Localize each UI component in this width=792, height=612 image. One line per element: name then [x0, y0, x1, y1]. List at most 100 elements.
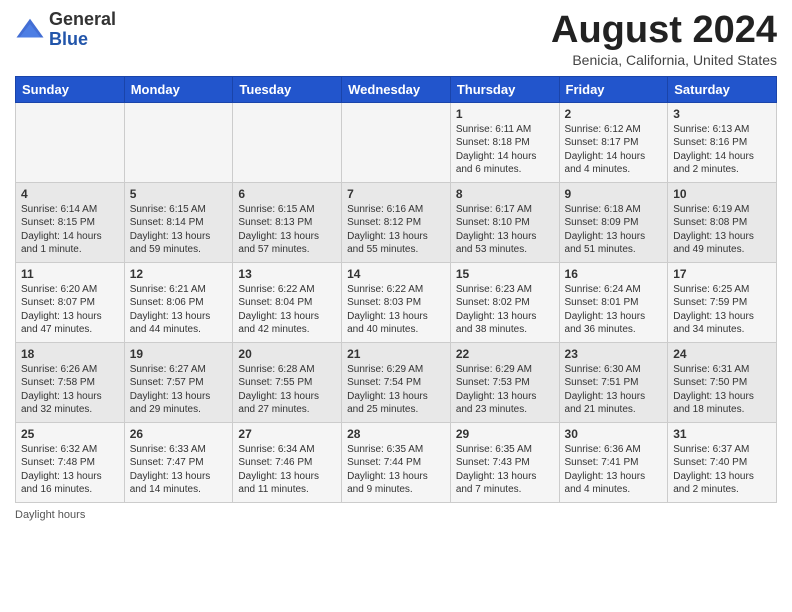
- day-number: 28: [347, 427, 445, 441]
- calendar-cell: 2 Sunrise: 6:12 AM Sunset: 8:17 PM Daylig…: [559, 102, 668, 182]
- calendar-cell: 6Sunrise: 6:15 AM Sunset: 8:13 PM Daylig…: [233, 182, 342, 262]
- calendar-cell: 9Sunrise: 6:18 AM Sunset: 8:09 PM Daylig…: [559, 182, 668, 262]
- calendar-cell: [124, 102, 233, 182]
- day-number: 22: [456, 347, 554, 361]
- calendar-cell: 12 Sunrise: 6:21 AM Sunset: 8:06 PM Dayli…: [124, 262, 233, 342]
- calendar-week-3: 18 Sunrise: 6:26 AM Sunset: 7:58 PM Dayli…: [16, 342, 777, 422]
- cell-content: Sunrise: 6:32 AM Sunset: 7:48 PM Dayligh…: [21, 443, 119, 497]
- day-number: 6: [238, 187, 336, 201]
- day-number: 8: [456, 187, 554, 201]
- header-monday: Monday: [124, 76, 233, 102]
- calendar-cell: 4 Sunrise: 6:14 AM Sunset: 8:15 PM Daylig…: [16, 182, 125, 262]
- day-number: 2: [565, 107, 663, 121]
- calendar-cell: [233, 102, 342, 182]
- cell-content: Sunrise: 6:22 AM Sunset: 8:03 PM Dayligh…: [347, 283, 445, 337]
- day-number: 16: [565, 267, 663, 281]
- calendar-week-2: 11Sunrise: 6:20 AM Sunset: 8:07 PM Dayli…: [16, 262, 777, 342]
- calendar-cell: 3 Sunrise: 6:13 AM Sunset: 8:16 PM Daylig…: [668, 102, 777, 182]
- day-number: 30: [565, 427, 663, 441]
- day-number: 18: [21, 347, 119, 361]
- cell-content: Sunrise: 6:25 AM Sunset: 7:59 PM Dayligh…: [673, 283, 771, 337]
- logo: General Blue: [15, 10, 116, 50]
- cell-content: Sunrise: 6:29 AM Sunset: 7:53 PM Dayligh…: [456, 363, 554, 417]
- day-number: 5: [130, 187, 228, 201]
- day-number: 11: [21, 267, 119, 281]
- cell-content: Sunrise: 6:22 AM Sunset: 8:04 PM Dayligh…: [238, 283, 336, 337]
- cell-content: Sunrise: 6:26 AM Sunset: 7:58 PM Dayligh…: [21, 363, 119, 417]
- day-number: 4: [21, 187, 119, 201]
- day-number: 7: [347, 187, 445, 201]
- day-number: 19: [130, 347, 228, 361]
- header-sunday: Sunday: [16, 76, 125, 102]
- cell-content: Sunrise: 6:14 AM Sunset: 8:15 PM Dayligh…: [21, 203, 119, 257]
- cell-content: Sunrise: 6:15 AM Sunset: 8:14 PM Dayligh…: [130, 203, 228, 257]
- day-number: 31: [673, 427, 771, 441]
- cell-content: Sunrise: 6:16 AM Sunset: 8:12 PM Dayligh…: [347, 203, 445, 257]
- logo-blue: Blue: [49, 30, 116, 50]
- day-number: 12: [130, 267, 228, 281]
- calendar-cell: 26Sunrise: 6:33 AM Sunset: 7:47 PM Dayli…: [124, 422, 233, 502]
- calendar-cell: 10 Sunrise: 6:19 AM Sunset: 8:08 PM Dayli…: [668, 182, 777, 262]
- calendar-week-1: 4 Sunrise: 6:14 AM Sunset: 8:15 PM Daylig…: [16, 182, 777, 262]
- logo-text: General Blue: [49, 10, 116, 50]
- cell-content: Sunrise: 6:28 AM Sunset: 7:55 PM Dayligh…: [238, 363, 336, 417]
- calendar-table: SundayMondayTuesdayWednesdayThursdayFrid…: [15, 76, 777, 503]
- month-title: August 2024: [551, 10, 777, 52]
- day-number: 21: [347, 347, 445, 361]
- calendar-cell: 5 Sunrise: 6:15 AM Sunset: 8:14 PM Daylig…: [124, 182, 233, 262]
- header-tuesday: Tuesday: [233, 76, 342, 102]
- title-block: August 2024 Benicia, California, United …: [551, 10, 777, 68]
- logo-general: General: [49, 10, 116, 30]
- calendar-cell: 28 Sunrise: 6:35 AM Sunset: 7:44 PM Dayli…: [342, 422, 451, 502]
- calendar-cell: 30Sunrise: 6:36 AM Sunset: 7:41 PM Dayli…: [559, 422, 668, 502]
- cell-content: Sunrise: 6:29 AM Sunset: 7:54 PM Dayligh…: [347, 363, 445, 417]
- cell-content: Sunrise: 6:19 AM Sunset: 8:08 PM Dayligh…: [673, 203, 771, 257]
- cell-content: Sunrise: 6:18 AM Sunset: 8:09 PM Dayligh…: [565, 203, 663, 257]
- daylight-label: Daylight hours: [15, 509, 85, 521]
- cell-content: Sunrise: 6:35 AM Sunset: 7:43 PM Dayligh…: [456, 443, 554, 497]
- cell-content: Sunrise: 6:12 AM Sunset: 8:17 PM Dayligh…: [565, 123, 663, 177]
- day-number: 25: [21, 427, 119, 441]
- calendar-cell: 31 Sunrise: 6:37 AM Sunset: 7:40 PM Dayli…: [668, 422, 777, 502]
- calendar-cell: 22 Sunrise: 6:29 AM Sunset: 7:53 PM Dayli…: [450, 342, 559, 422]
- header-saturday: Saturday: [668, 76, 777, 102]
- day-number: 3: [673, 107, 771, 121]
- day-number: 24: [673, 347, 771, 361]
- cell-content: Sunrise: 6:37 AM Sunset: 7:40 PM Dayligh…: [673, 443, 771, 497]
- header-friday: Friday: [559, 76, 668, 102]
- cell-content: Sunrise: 6:35 AM Sunset: 7:44 PM Dayligh…: [347, 443, 445, 497]
- calendar-cell: 16 Sunrise: 6:24 AM Sunset: 8:01 PM Dayli…: [559, 262, 668, 342]
- calendar-header-row: SundayMondayTuesdayWednesdayThursdayFrid…: [16, 76, 777, 102]
- cell-content: Sunrise: 6:30 AM Sunset: 7:51 PM Dayligh…: [565, 363, 663, 417]
- calendar-cell: 27Sunrise: 6:34 AM Sunset: 7:46 PM Dayli…: [233, 422, 342, 502]
- calendar-cell: 18 Sunrise: 6:26 AM Sunset: 7:58 PM Dayli…: [16, 342, 125, 422]
- cell-content: Sunrise: 6:34 AM Sunset: 7:46 PM Dayligh…: [238, 443, 336, 497]
- page-header: General Blue August 2024 Benicia, Califo…: [15, 10, 777, 68]
- day-number: 1: [456, 107, 554, 121]
- calendar-cell: 15 Sunrise: 6:23 AM Sunset: 8:02 PM Dayli…: [450, 262, 559, 342]
- calendar-cell: 8Sunrise: 6:17 AM Sunset: 8:10 PM Daylig…: [450, 182, 559, 262]
- daylight-legend: Daylight hours: [15, 509, 85, 521]
- day-number: 20: [238, 347, 336, 361]
- day-number: 17: [673, 267, 771, 281]
- day-number: 13: [238, 267, 336, 281]
- day-number: 10: [673, 187, 771, 201]
- calendar-cell: 24 Sunrise: 6:31 AM Sunset: 7:50 PM Dayli…: [668, 342, 777, 422]
- day-number: 14: [347, 267, 445, 281]
- calendar-cell: 29Sunrise: 6:35 AM Sunset: 7:43 PM Dayli…: [450, 422, 559, 502]
- calendar-cell: 13 Sunrise: 6:22 AM Sunset: 8:04 PM Dayli…: [233, 262, 342, 342]
- cell-content: Sunrise: 6:13 AM Sunset: 8:16 PM Dayligh…: [673, 123, 771, 177]
- calendar-cell: 11Sunrise: 6:20 AM Sunset: 8:07 PM Dayli…: [16, 262, 125, 342]
- calendar-cell: 17 Sunrise: 6:25 AM Sunset: 7:59 PM Dayli…: [668, 262, 777, 342]
- day-number: 15: [456, 267, 554, 281]
- footer: Daylight hours: [15, 509, 777, 521]
- cell-content: Sunrise: 6:23 AM Sunset: 8:02 PM Dayligh…: [456, 283, 554, 337]
- calendar-cell: 25 Sunrise: 6:32 AM Sunset: 7:48 PM Dayli…: [16, 422, 125, 502]
- logo-icon: [15, 15, 45, 45]
- cell-content: Sunrise: 6:33 AM Sunset: 7:47 PM Dayligh…: [130, 443, 228, 497]
- calendar-cell: 7 Sunrise: 6:16 AM Sunset: 8:12 PM Daylig…: [342, 182, 451, 262]
- cell-content: Sunrise: 6:21 AM Sunset: 8:06 PM Dayligh…: [130, 283, 228, 337]
- calendar-cell: 14 Sunrise: 6:22 AM Sunset: 8:03 PM Dayli…: [342, 262, 451, 342]
- cell-content: Sunrise: 6:24 AM Sunset: 8:01 PM Dayligh…: [565, 283, 663, 337]
- cell-content: Sunrise: 6:31 AM Sunset: 7:50 PM Dayligh…: [673, 363, 771, 417]
